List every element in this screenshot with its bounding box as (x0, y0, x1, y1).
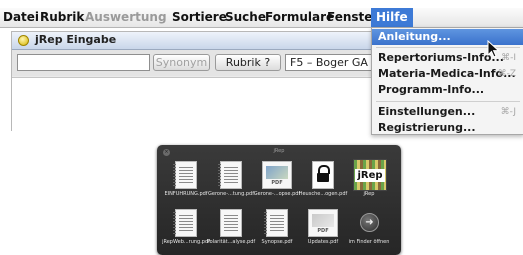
menu-suche[interactable]: Suche (225, 10, 266, 24)
stack-item-einfuehrung[interactable]: EINFÜHRUNG.pdf (164, 159, 208, 201)
pdf-icon: PDF (262, 161, 292, 189)
menu-rubrik[interactable]: Rubrik (40, 10, 84, 24)
menu-item-shortcut: ⌘-I (501, 53, 516, 63)
stack-item-caption: Gerone-...opse.pdf (253, 191, 301, 197)
menu-item-einstellungen[interactable]: Einstellungen... ⌘-J (372, 104, 523, 120)
stack-item-heusche-ogen[interactable]: Heusche...ogen.pdf (299, 159, 347, 201)
menu-auswertung[interactable]: Auswertung (85, 10, 167, 24)
pdf-tag: PDF (317, 228, 329, 234)
document-icon (173, 161, 197, 189)
stack-item-caption: Heusche...ogen.pdf (298, 191, 348, 197)
menu-item-label: Registrierung... (378, 121, 476, 134)
jrep-icon-label: jRep (355, 169, 385, 182)
menu-hilfe[interactable]: Hilfe (371, 8, 413, 27)
stack-item-open-in-finder[interactable]: ➜ im Finder öffnen (349, 207, 389, 249)
menu-separator (376, 101, 520, 102)
stack-item-caption: Synopse.pdf (261, 239, 293, 245)
rubrik-button[interactable]: Rubrik ? (215, 54, 281, 71)
search-input[interactable] (17, 54, 150, 71)
stack-item-synopse[interactable]: Synopse.pdf (258, 207, 296, 249)
stack-item-caption: jRepWeb...rung.pdf (162, 239, 210, 245)
pdf-icon: PDF (308, 209, 338, 237)
menu-item-label: Anleitung... (378, 30, 451, 43)
synonym-button[interactable]: Synonym (153, 54, 210, 71)
menu-item-registrierung[interactable]: Registrierung... (372, 120, 523, 136)
document-icon (264, 209, 288, 237)
document-icon (220, 209, 242, 237)
mouse-pointer-icon (487, 40, 500, 58)
menu-item-programm-info[interactable]: Programm-Info... (372, 82, 523, 98)
menu-sortiere[interactable]: Sortiere (172, 10, 227, 24)
menu-datei[interactable]: Datei (3, 10, 39, 24)
stack-item-gerone-tung[interactable]: Gerone-...tung.pdf (208, 159, 254, 201)
stack-item-jrep[interactable]: jRep jRep (350, 159, 388, 201)
stack-item-updates[interactable]: PDF Updates.pdf (304, 207, 342, 249)
document-icon (173, 209, 197, 237)
stack-item-gerone-opse[interactable]: PDF Gerone-...opse.pdf (254, 159, 300, 201)
menu-item-label: Repertoriums-Info... (378, 51, 504, 64)
window-control-icon[interactable] (18, 35, 29, 46)
stack-item-caption: EINFÜHRUNG.pdf (164, 191, 208, 197)
menu-item-label: Programm-Info... (378, 83, 485, 96)
jrep-app-icon: jRep (353, 159, 387, 191)
locked-pdf-icon (312, 161, 334, 189)
stack-item-caption: Polarität...alyse.pdf (206, 239, 256, 245)
repertory-field[interactable]: F5 – Boger GA 2 (285, 54, 375, 71)
finder-arrow-icon: ➜ (360, 213, 379, 232)
stack-item-caption: jRep (363, 191, 375, 197)
menubar: Datei Rubrik Auswertung Sortiere Suche F… (0, 8, 523, 28)
menu-item-materia-medica-info[interactable]: Materia-Medica-Info... ⌘-Z (372, 66, 523, 82)
finder-stack-popup: × jRep EINFÜHRUNG.pdf Gerone-...tung.pdf… (157, 145, 401, 255)
stack-item-caption: Updates.pdf (307, 239, 339, 245)
menu-formulare[interactable]: Formulare (265, 10, 334, 24)
document-icon (218, 161, 242, 189)
window-title: jRep Eingabe (35, 33, 117, 46)
stack-item-caption: Gerone-...tung.pdf (208, 191, 254, 197)
menu-item-shortcut: ⌘-Z (497, 69, 516, 79)
stack-item-jrepweb-rung[interactable]: jRepWeb...rung.pdf (162, 207, 210, 249)
menu-item-label: Einstellungen... (378, 105, 476, 118)
stack-item-polaritaet-alyse[interactable]: Polarität...alyse.pdf (207, 207, 255, 249)
menu-item-shortcut: ⌘-J (500, 107, 516, 117)
stack-item-caption: im Finder öffnen (348, 239, 390, 245)
menu-item-label: Materia-Medica-Info... (378, 67, 516, 80)
stack-title: jRep (273, 148, 285, 154)
pdf-tag: PDF (271, 180, 283, 186)
